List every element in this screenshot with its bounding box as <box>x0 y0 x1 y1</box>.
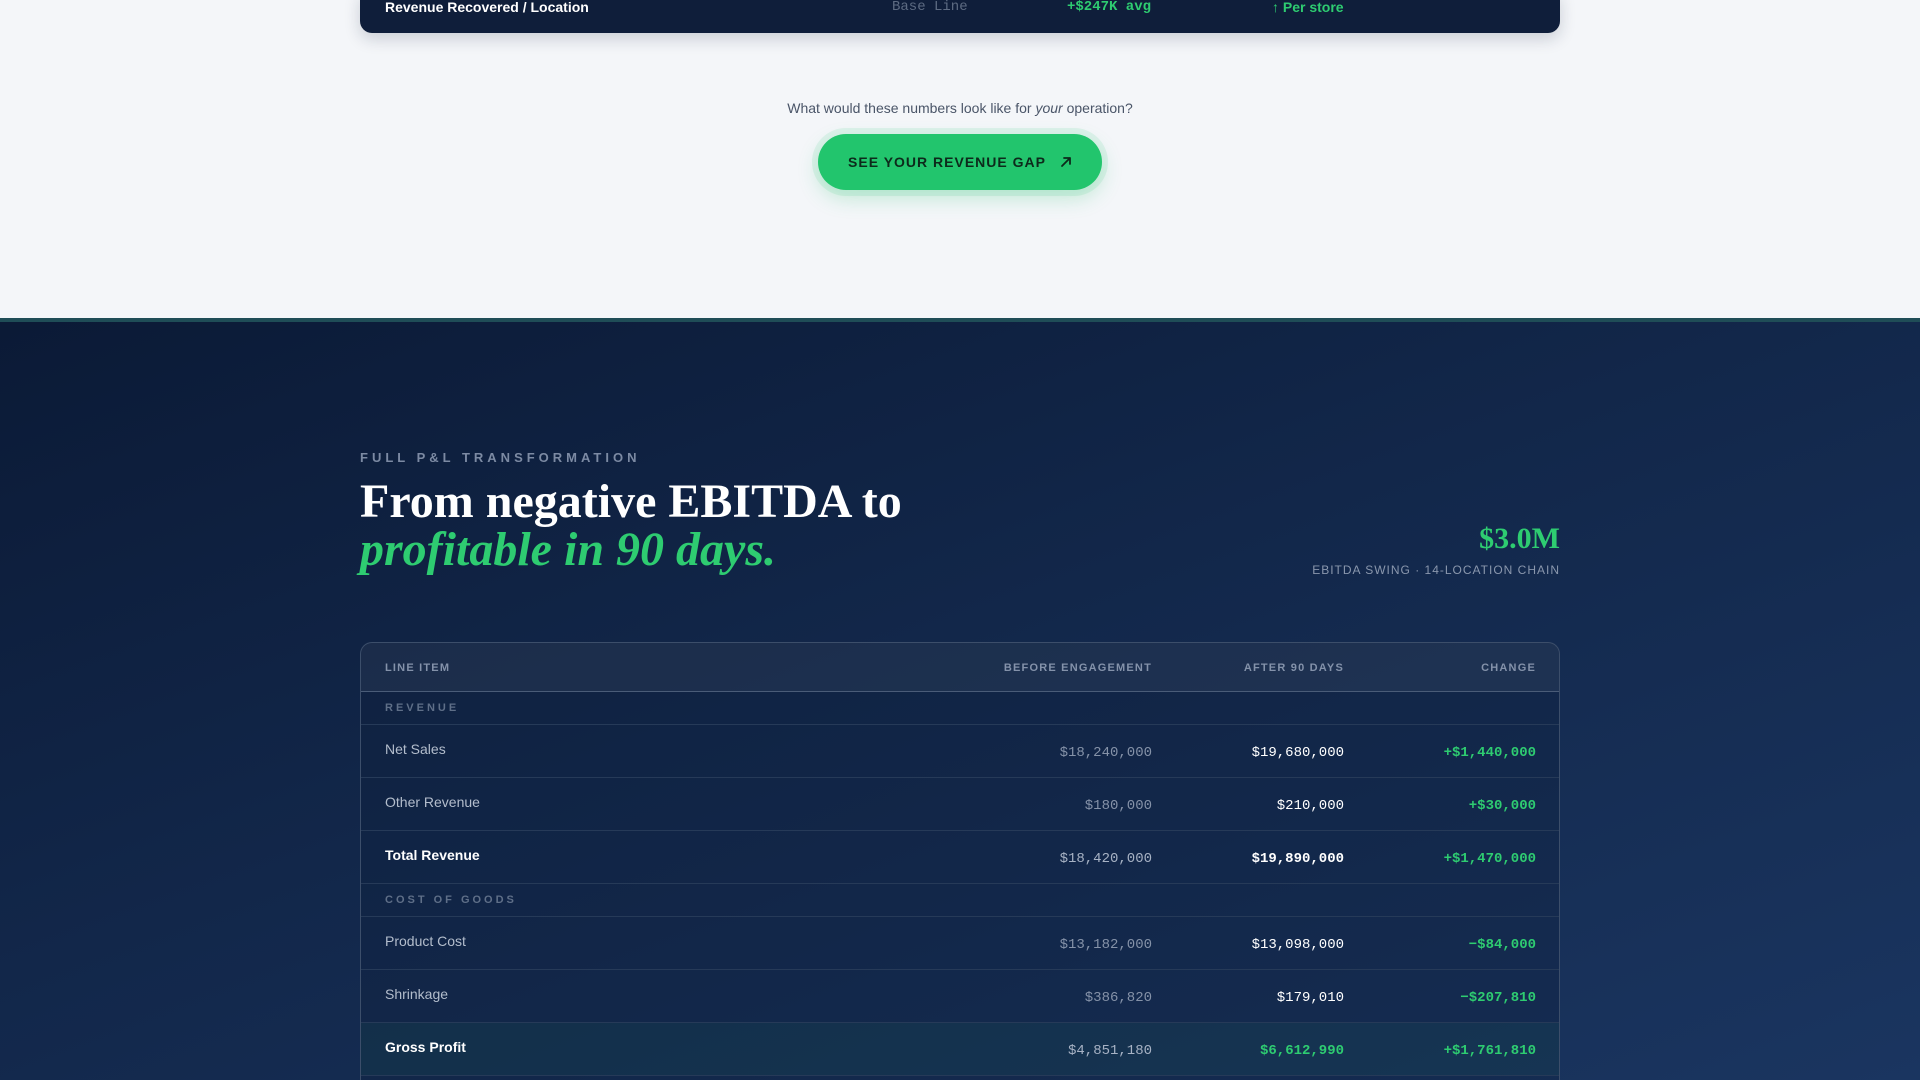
group-header-cost-of-goods: COST OF GOODS <box>361 884 1559 917</box>
headline-line-2: profitable in 90 days. <box>360 523 776 576</box>
cta-section: Revenue Recovered / Location Base Line +… <box>0 0 1920 318</box>
row-change: +$1,761,810 <box>1443 1043 1536 1059</box>
arrow-up-right-icon <box>1060 156 1072 168</box>
row-after: $19,890,000 <box>1251 851 1344 867</box>
ebitda-swing-caption: EBITDA SWING · 14-LOCATION CHAIN <box>1312 563 1560 577</box>
row-before: $386,820 <box>1084 990 1152 1006</box>
row-item: Shrinkage <box>385 986 449 1002</box>
group-title: COST OF GOODS <box>385 894 517 906</box>
row-before: $180,000 <box>1084 798 1152 814</box>
row-item: Other Revenue <box>385 794 480 810</box>
row-change: −$207,810 <box>1460 990 1536 1006</box>
row-after: $179,010 <box>1276 990 1344 1006</box>
row-before: $18,240,000 <box>1059 745 1152 761</box>
cta-button-label: SEE YOUR REVENUE GAP <box>848 154 1046 170</box>
table-row: Other Revenue $180,000 $210,000 +$30,000 <box>361 778 1559 831</box>
baseline-value: Base Line <box>892 0 968 15</box>
table-row: Revenue Recovered / Location Base Line +… <box>360 0 1560 33</box>
group-header-revenue: REVENUE <box>361 692 1559 725</box>
row-after: $13,098,000 <box>1251 937 1344 953</box>
per-store-value: ↑ Per store <box>1272 0 1344 15</box>
table-row: Shrinkage $386,820 $179,010 −$207,810 <box>361 970 1559 1023</box>
row-before: $18,420,000 <box>1059 851 1152 867</box>
row-after: $6,612,990 <box>1259 1043 1344 1059</box>
header-line-item: LINE ITEM <box>385 662 451 674</box>
table-row-gross-profit: Gross Profit $4,851,180 $6,612,990 +$1,7… <box>361 1023 1559 1076</box>
row-before: $4,851,180 <box>1067 1043 1152 1059</box>
ebitda-swing-value: $3.0M <box>1479 522 1560 555</box>
group-title: REVENUE <box>385 702 460 714</box>
header-before: BEFORE ENGAGEMENT <box>1003 662 1152 674</box>
headline-line-1: From negative EBITDA to <box>360 475 902 528</box>
section-eyebrow: FULL P&L TRANSFORMATION <box>360 450 641 465</box>
pl-transformation-section: FULL P&L TRANSFORMATION From negative EB… <box>0 318 1920 1080</box>
section-headline: From negative EBITDA to profitable in 90… <box>360 478 1060 574</box>
row-change: +$1,440,000 <box>1443 745 1536 761</box>
table-header: LINE ITEM BEFORE ENGAGEMENT AFTER 90 DAY… <box>361 643 1559 692</box>
row-change: −$84,000 <box>1468 937 1536 953</box>
row-after: $19,680,000 <box>1251 745 1344 761</box>
cta-question-emphasis: your <box>1035 100 1063 116</box>
row-after: $210,000 <box>1276 798 1344 814</box>
cta-question-prefix: What would these numbers look like for <box>787 100 1036 116</box>
row-label: Revenue Recovered / Location <box>385 0 589 15</box>
table-row-total: Total Revenue $18,420,000 $19,890,000 +$… <box>361 831 1559 884</box>
header-change: CHANGE <box>1481 662 1536 674</box>
row-change: +$1,470,000 <box>1443 851 1536 867</box>
row-item: Product Cost <box>385 933 466 949</box>
table-row: Product Cost $13,182,000 $13,098,000 −$8… <box>361 917 1559 970</box>
row-item: Gross Profit <box>385 1039 466 1055</box>
cta-question-suffix: operation? <box>1062 100 1133 116</box>
row-change: +$30,000 <box>1468 798 1536 814</box>
header-after: AFTER 90 DAYS <box>1243 662 1344 674</box>
table-row: Net Sales $18,240,000 $19,680,000 +$1,44… <box>361 725 1559 778</box>
cta-question: What would these numbers look like for y… <box>0 100 1920 116</box>
see-revenue-gap-button[interactable]: SEE YOUR REVENUE GAP <box>818 134 1102 190</box>
row-item: Net Sales <box>385 741 446 757</box>
previous-table-last-row: Revenue Recovered / Location Base Line +… <box>360 0 1560 33</box>
row-before: $13,182,000 <box>1059 937 1152 953</box>
average-value: +$247K avg <box>1067 0 1152 15</box>
pl-table: LINE ITEM BEFORE ENGAGEMENT AFTER 90 DAY… <box>360 642 1560 1080</box>
row-item: Total Revenue <box>385 847 480 863</box>
